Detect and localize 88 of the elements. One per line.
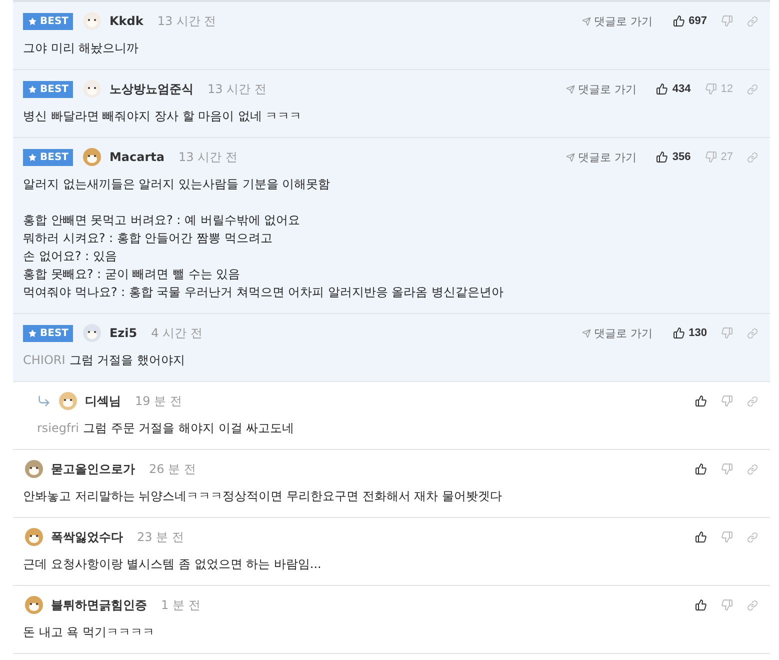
author-name[interactable]: 묻고올인으로가 <box>51 460 135 478</box>
link-icon <box>747 600 758 610</box>
author-name[interactable]: Ezi5 <box>109 326 138 340</box>
comment-text: 근데 요청사항이랑 별시스템 좀 없었으면 하는 바람임... <box>23 557 322 571</box>
comment-time: 26 분 전 <box>149 460 196 478</box>
author-name[interactable]: Kkdk <box>109 14 144 28</box>
comment-time: 1 분 전 <box>161 596 200 614</box>
comment-text: 그야 미리 해놨으니까 <box>23 41 139 55</box>
thumbs-down-icon <box>721 599 733 611</box>
like-button[interactable]: 356 <box>656 151 691 163</box>
comment-time: 13 시간 전 <box>207 80 266 98</box>
dislike-button[interactable] <box>721 15 733 27</box>
dislike-button[interactable] <box>721 327 733 339</box>
like-button[interactable] <box>695 599 707 611</box>
comment-time: 13 시간 전 <box>178 148 238 166</box>
like-button[interactable]: 130 <box>672 327 707 339</box>
best-badge: BEST <box>23 12 74 30</box>
thumbs-up-icon <box>695 463 707 475</box>
comment-text: 뭐하러 시켜요? : 홍합 안들어간 짬뽕 먹으려고 <box>23 231 272 245</box>
go-to-reply-link[interactable]: 댓글로 가기 <box>582 14 653 28</box>
link-button[interactable] <box>747 600 758 610</box>
like-button[interactable] <box>695 463 707 475</box>
best-badge: BEST <box>23 324 74 342</box>
thumbs-up-icon <box>695 531 707 543</box>
thumbs-down-icon <box>721 531 733 543</box>
dislike-button[interactable] <box>721 531 733 543</box>
thumbs-down-icon <box>721 463 733 475</box>
like-button[interactable] <box>695 395 707 407</box>
link-button[interactable] <box>747 152 758 162</box>
like-button[interactable]: 434 <box>656 83 691 95</box>
comment-text: 알러지 없는새끼들은 알러지 있는사람들 기분을 이해못함 <box>23 177 330 191</box>
author-name[interactable]: Macarta <box>109 150 164 164</box>
thumbs-up-icon <box>695 395 707 407</box>
comment-time: 4 시간 전 <box>151 324 202 342</box>
comment-text: 병신 빠달라면 빼줘야지 장사 할 마음이 없네 ㅋㅋㅋ <box>23 109 302 123</box>
dislike-button[interactable] <box>721 463 733 475</box>
link-button[interactable] <box>747 328 758 338</box>
link-icon <box>747 152 758 162</box>
thumbs-down-icon <box>721 395 733 407</box>
author-name[interactable]: 노상방뇨엄준식 <box>109 80 194 98</box>
go-to-reply-link[interactable]: 댓글로 가기 <box>582 326 653 340</box>
thumbs-up-icon <box>672 327 685 339</box>
link-icon <box>747 16 758 26</box>
link-icon <box>747 396 758 406</box>
thumbs-up-icon <box>695 599 707 611</box>
go-to-reply-link[interactable]: 댓글로 가기 <box>566 82 636 96</box>
comment-text: 안봐놓고 저리말하는 뉘양스네ㅋㅋㅋ정상적이면 무리한요구면 전화해서 재차 물어봣겟다 <box>23 489 502 503</box>
thumbs-up-icon <box>672 15 685 27</box>
dislike-button[interactable] <box>721 395 733 407</box>
comment-text: 그럼 거절을 했어야지 <box>69 353 185 367</box>
link-icon <box>747 328 758 338</box>
link-button[interactable] <box>747 464 758 474</box>
comment-time: 23 분 전 <box>137 528 184 546</box>
comment-text: 그럼 주문 거절을 해야지 이걸 싸고도네 <box>83 421 294 435</box>
thumbs-down-icon <box>704 151 717 163</box>
send-icon <box>566 84 575 94</box>
thumbs-down-icon <box>721 327 733 339</box>
comment-time: 19 분 전 <box>135 392 182 410</box>
link-button[interactable] <box>747 16 758 26</box>
best-badge: BEST <box>23 80 74 98</box>
best-badge: BEST <box>23 148 74 166</box>
dislike-button[interactable] <box>721 599 733 611</box>
like-button[interactable]: 697 <box>672 15 707 27</box>
link-icon <box>747 84 758 94</box>
thumbs-up-icon <box>656 83 668 95</box>
comment-text: 홍합 안빼면 못먹고 버려요? : 예 버릴수밖에 없어요 <box>23 213 300 227</box>
send-icon <box>582 328 592 338</box>
comment-text: 먹여줘야 먹나요? : 홍합 국물 우러난거 쳐먹으면 어차피 알러지반응 올라옴 병신같은년아 <box>23 285 504 299</box>
author-name[interactable]: 디섹님 <box>85 392 121 410</box>
comment-text: 손 없어요? : 있음 <box>23 249 117 263</box>
author-name[interactable]: 폭싹잃었수다 <box>51 528 123 546</box>
author-name[interactable]: 블튀하면긁힘인증 <box>51 596 147 614</box>
comment-text: 홍합 못빼요? : 굳이 빼려면 뺄 수는 있음 <box>23 267 240 281</box>
send-icon <box>582 16 592 26</box>
thumbs-down-icon <box>721 15 733 27</box>
reply-arrow-icon <box>37 394 51 408</box>
link-icon <box>747 532 758 542</box>
link-icon <box>747 464 758 474</box>
comment-time: 13 시간 전 <box>157 12 216 30</box>
link-button[interactable] <box>747 84 758 94</box>
comment-text: 돈 내고 욕 먹기ㅋㅋㅋㅋ <box>23 625 154 639</box>
link-button[interactable] <box>747 532 758 542</box>
link-button[interactable] <box>747 396 758 406</box>
go-to-reply-link[interactable]: 댓글로 가기 <box>566 150 636 164</box>
send-icon <box>566 152 575 162</box>
like-button[interactable] <box>695 531 707 543</box>
thumbs-up-icon <box>656 151 668 163</box>
thumbs-down-icon <box>704 83 717 95</box>
